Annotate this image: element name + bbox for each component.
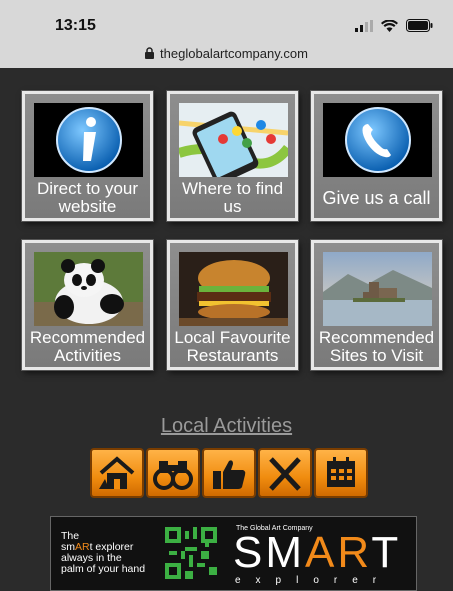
- url-field[interactable]: theglobalartcompany.com: [16, 40, 437, 66]
- tile-activities[interactable]: Recommended Activities: [22, 240, 153, 370]
- lock-icon: [145, 47, 155, 59]
- calendar-button[interactable]: [314, 448, 368, 498]
- info-icon: [34, 103, 143, 177]
- tile-label: Recommended Activities: [29, 328, 146, 365]
- binoculars-button[interactable]: [146, 448, 200, 498]
- tile-find-us[interactable]: Where to find us: [167, 91, 298, 221]
- smart-explorer-banner[interactable]: The smARt explorer always in the palm of…: [50, 516, 417, 591]
- url-text: theglobalartcompany.com: [160, 45, 308, 61]
- phone-icon: [323, 103, 432, 177]
- tile-label: Local Favourite Restaurants: [174, 328, 291, 365]
- status-time: 13:15: [55, 17, 96, 34]
- fork-knife-icon: [269, 457, 301, 491]
- castle-photo: [323, 252, 432, 326]
- calendar-icon: [327, 457, 355, 487]
- logo-part: SM: [233, 528, 305, 577]
- burger-photo: [179, 252, 288, 326]
- wifi-icon: [381, 19, 398, 32]
- tile-label: Where to find us: [181, 179, 284, 216]
- tile-restaurants[interactable]: Local Favourite Restaurants: [167, 240, 298, 370]
- tile-label: Recommended Sites to Visit: [318, 328, 435, 365]
- banner-line: palm of your hand: [61, 563, 146, 575]
- explorer-wordmark: explorer: [235, 575, 392, 586]
- binoculars-icon: [153, 461, 193, 490]
- panda-photo: [34, 252, 143, 326]
- smart-logo: SMART: [233, 531, 401, 575]
- thumbs-up-icon: [213, 460, 246, 489]
- local-activities-link[interactable]: Local Activities: [0, 415, 453, 438]
- status-icons: [355, 19, 433, 32]
- tile-website[interactable]: Direct to your website: [22, 91, 153, 221]
- icon-bar: [90, 448, 368, 498]
- tile-call[interactable]: Give us a call: [311, 91, 442, 221]
- qr-code: [165, 527, 217, 579]
- battery-icon: [406, 19, 433, 32]
- tile-label: Direct to your website: [36, 179, 139, 216]
- home-icon: [99, 456, 135, 489]
- tile-sites[interactable]: Recommended Sites to Visit: [311, 240, 442, 370]
- logo-ar: AR: [305, 528, 372, 577]
- tile-label: Give us a call: [322, 188, 431, 208]
- signal-icon: [355, 19, 373, 32]
- restaurants-button[interactable]: [258, 448, 312, 498]
- home-button[interactable]: [90, 448, 144, 498]
- logo-part: T: [371, 528, 402, 577]
- thumbs-up-button[interactable]: [202, 448, 256, 498]
- map-phone-icon: [179, 103, 288, 177]
- banner-tagline: The smARt explorer always in the palm of…: [61, 531, 145, 575]
